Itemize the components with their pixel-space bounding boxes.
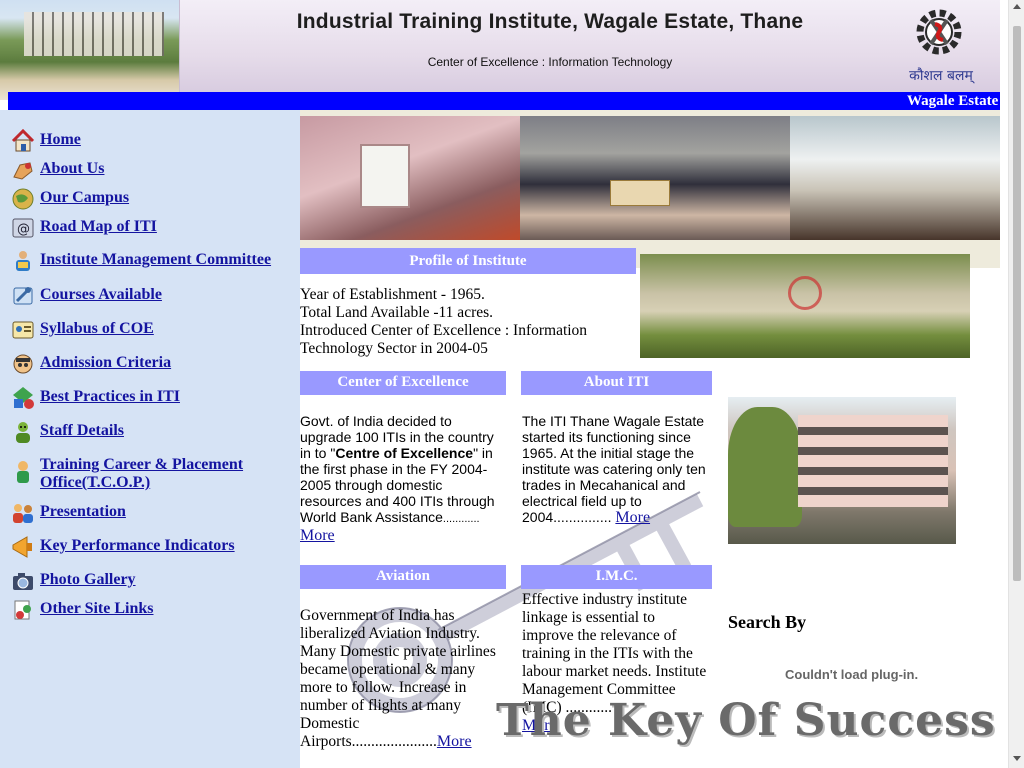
- hand-icon: [10, 157, 36, 183]
- sidebar-item-kpi[interactable]: Key Performance Indicators: [10, 534, 235, 560]
- sidebar-item-admission[interactable]: Admission Criteria: [10, 351, 171, 377]
- profile-line: Year of Establishment - 1965.: [300, 286, 485, 303]
- imc-text: Effective industry institute linkage is …: [522, 591, 710, 735]
- sidebar-link-tcop[interactable]: Training Career & Placement Office(T.C.O…: [40, 453, 280, 492]
- sidebar-link-about-us[interactable]: About Us: [40, 157, 104, 178]
- coe-text: Govt. of India decided to upgrade 100 IT…: [300, 413, 500, 544]
- profile-heading: Profile of Institute: [300, 248, 636, 274]
- site-title: Industrial Training Institute, Wagale Es…: [296, 10, 804, 33]
- sidebar-item-imc[interactable]: Institute Management Committee: [10, 248, 271, 274]
- banner-photo-inauguration: [300, 116, 520, 240]
- coe-ellipsis: ............: [442, 513, 480, 525]
- about-iti-more-link[interactable]: More: [615, 509, 650, 526]
- coe-text-bold: Centre of Excellence: [335, 445, 474, 461]
- scroll-up-arrow-icon[interactable]: [1013, 4, 1021, 9]
- sidebar-link-presentation[interactable]: Presentation: [40, 500, 126, 521]
- sidebar-item-best-practices[interactable]: Best Practices in ITI: [10, 385, 180, 411]
- person-book-icon: [10, 248, 36, 274]
- sidebar-item-about-us[interactable]: About Us: [10, 157, 104, 183]
- at-sign-icon: @: [10, 215, 36, 241]
- sidebar-link-courses[interactable]: Courses Available: [40, 283, 162, 304]
- sidebar-link-admission[interactable]: Admission Criteria: [40, 351, 171, 372]
- sidebar-item-home[interactable]: Home: [10, 128, 81, 154]
- sidebar-link-photo-gallery[interactable]: Photo Gallery: [40, 568, 136, 589]
- banner-photo-award: [520, 116, 790, 240]
- profile-campus-photo: [640, 254, 970, 358]
- profile-line: Introduced Center of Excellence : Inform…: [300, 322, 588, 357]
- aviation-more-link[interactable]: More: [437, 733, 472, 750]
- sidebar-item-staff[interactable]: Staff Details: [10, 419, 124, 445]
- sidebar-item-road-map[interactable]: @ Road Map of ITI: [10, 215, 157, 241]
- about-iti-heading: About ITI: [521, 371, 712, 395]
- about-iti-body: The ITI Thane Wagale Estate started its …: [522, 413, 706, 525]
- institute-logo: कौशल बलम्: [895, 2, 987, 88]
- sidebar-link-home[interactable]: Home: [40, 128, 81, 149]
- person-icon: [10, 459, 36, 485]
- coe-more-link[interactable]: More: [300, 527, 335, 544]
- coe-heading: Center of Excellence: [300, 371, 506, 395]
- sidebar-link-syllabus[interactable]: Syllabus of COE: [40, 317, 154, 338]
- header-campus-photo: [0, 0, 180, 100]
- sidebar-item-presentation[interactable]: Presentation: [10, 500, 126, 526]
- person-green-icon: [10, 419, 36, 445]
- globe-icon: [10, 186, 36, 212]
- people-icon: [10, 500, 36, 526]
- logo-motto: कौशल बलम्: [909, 68, 973, 84]
- about-iti-text: The ITI Thane Wagale Estate started its …: [522, 413, 710, 526]
- aviation-body: Government of India has liberalized Avia…: [300, 607, 496, 750]
- search-by-label: Search By: [728, 612, 807, 632]
- imc-heading: I.M.C.: [521, 565, 712, 589]
- profile-text: Year of Establishment - 1965. Total Land…: [300, 286, 630, 358]
- home-icon: [10, 128, 36, 154]
- sidebar-item-syllabus[interactable]: Syllabus of COE: [10, 317, 154, 343]
- imc-more-link[interactable]: More: [522, 717, 557, 734]
- sidebar-link-our-campus[interactable]: Our Campus: [40, 186, 129, 207]
- aviation-heading: Aviation: [300, 565, 506, 589]
- sidebar-item-other-links[interactable]: Other Site Links: [10, 597, 154, 623]
- marquee-text: Wagale Estate: [907, 93, 999, 109]
- tools-icon: [10, 283, 36, 309]
- sidebar-link-best-practices[interactable]: Best Practices in ITI: [40, 385, 180, 406]
- aviation-text: Government of India has liberalized Avia…: [300, 607, 505, 751]
- id-card-icon: [10, 317, 36, 343]
- shapes-icon: [10, 385, 36, 411]
- sidebar-item-our-campus[interactable]: Our Campus: [10, 186, 129, 212]
- sidebar-link-imc[interactable]: Institute Management Committee: [40, 248, 271, 269]
- sidebar-link-other-links[interactable]: Other Site Links: [40, 597, 154, 618]
- sidebar-nav: Home About Us Our Campus @ Road Map of I…: [0, 110, 300, 768]
- megaphone-icon: [10, 534, 36, 560]
- site-header: Industrial Training Institute, Wagale Es…: [0, 0, 1000, 100]
- sidebar-item-photo-gallery[interactable]: Photo Gallery: [10, 568, 136, 594]
- photo-banner: [300, 110, 1000, 268]
- imc-body: Effective industry institute linkage is …: [522, 591, 707, 716]
- svg-text:@: @: [17, 222, 30, 237]
- banner-photo-computer-lab: [790, 116, 1000, 240]
- student-icon: [10, 351, 36, 377]
- plugin-error-message: Couldn't load plug-in.: [785, 667, 919, 682]
- gear-logo-icon: [916, 9, 962, 55]
- sidebar-link-kpi[interactable]: Key Performance Indicators: [40, 534, 235, 555]
- scroll-down-arrow-icon[interactable]: [1013, 756, 1021, 761]
- sidebar-item-tcop[interactable]: Training Career & Placement Office(T.C.O…: [10, 453, 280, 492]
- scroll-thumb[interactable]: [1013, 26, 1021, 581]
- links-icon: [10, 597, 36, 623]
- camera-icon: [10, 568, 36, 594]
- sidebar-link-staff[interactable]: Staff Details: [40, 419, 124, 440]
- campus-building-photo: [728, 397, 956, 544]
- news-marquee: Wagale Estate: [8, 92, 1000, 110]
- sidebar-link-road-map[interactable]: Road Map of ITI: [40, 215, 157, 236]
- site-subtitle: Center of Excellence : Information Techn…: [427, 55, 673, 69]
- sidebar-item-courses[interactable]: Courses Available: [10, 283, 162, 309]
- vertical-scrollbar[interactable]: [1008, 0, 1024, 768]
- profile-line: Total Land Available -11 acres.: [300, 304, 494, 321]
